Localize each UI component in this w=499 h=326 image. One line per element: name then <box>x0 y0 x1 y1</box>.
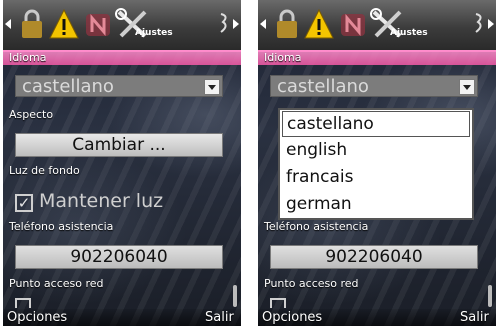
telefono-label: Teléfono asistencia <box>9 220 114 233</box>
scrollbar[interactable] <box>233 285 237 307</box>
idioma-select[interactable]: castellano <box>15 75 223 97</box>
opciones-softkey[interactable]: Opciones <box>262 310 322 325</box>
idioma-value: castellano <box>277 76 369 97</box>
idioma-dropdown-list: castellano english francais german <box>278 108 474 220</box>
tab-edge-icon <box>475 13 482 33</box>
warning-icon[interactable] <box>304 8 334 40</box>
dropdown-arrow-icon[interactable] <box>204 79 220 95</box>
warning-icon[interactable] <box>49 8 79 40</box>
dropdown-option[interactable]: castellano <box>282 111 470 137</box>
settings-screen-left: Ajustes Idioma castellano Aspecto Cambia… <box>3 0 241 326</box>
tab-left-arrow-icon[interactable] <box>5 19 11 29</box>
n-logo-icon[interactable] <box>83 8 113 40</box>
telefono-field[interactable]: 902206040 <box>270 245 478 269</box>
punto-partial-field[interactable] <box>15 298 31 308</box>
scrollbar[interactable] <box>488 285 492 307</box>
tab-title: Ajustes <box>135 28 173 38</box>
dropdown-option[interactable]: francais <box>282 165 470 191</box>
punto-partial-field[interactable] <box>270 298 286 308</box>
salir-softkey[interactable]: Salir <box>460 310 489 325</box>
settings-screen-right: Ajustes Idioma castellano Teléfono asist… <box>258 0 496 326</box>
tab-left-arrow-icon[interactable] <box>260 19 266 29</box>
tab-bar: Ajustes <box>258 0 496 52</box>
tab-title: Ajustes <box>390 28 428 38</box>
n-logo-icon[interactable] <box>338 8 368 40</box>
tab-bar: Ajustes <box>3 0 241 52</box>
punto-label: Punto acceso red <box>264 277 359 290</box>
tab-right-arrow-icon[interactable] <box>488 19 494 29</box>
luz-label: Luz de fondo <box>9 164 80 177</box>
idioma-label: Idioma <box>264 51 302 64</box>
idioma-label: Idioma <box>9 51 47 64</box>
telefono-label: Teléfono asistencia <box>264 220 369 233</box>
lock-icon[interactable] <box>272 8 302 40</box>
dropdown-option[interactable]: english <box>282 138 470 164</box>
mantener-luz-label: Mantener luz <box>39 190 164 212</box>
tab-edge-icon <box>220 13 227 33</box>
cambiar-button[interactable]: Cambiar ... <box>15 133 223 157</box>
opciones-softkey[interactable]: Opciones <box>7 310 67 325</box>
telefono-field[interactable]: 902206040 <box>15 245 223 269</box>
salir-softkey[interactable]: Salir <box>205 310 234 325</box>
idioma-value: castellano <box>22 76 114 97</box>
tab-right-arrow-icon[interactable] <box>233 19 239 29</box>
dropdown-arrow-icon[interactable] <box>459 79 475 95</box>
idioma-select[interactable]: castellano <box>270 75 478 97</box>
mantener-luz-checkbox[interactable]: ✓ <box>15 194 33 212</box>
lock-icon[interactable] <box>17 8 47 40</box>
aspecto-label: Aspecto <box>9 108 54 121</box>
dropdown-option[interactable]: german <box>282 192 470 218</box>
punto-label: Punto acceso red <box>9 277 104 290</box>
